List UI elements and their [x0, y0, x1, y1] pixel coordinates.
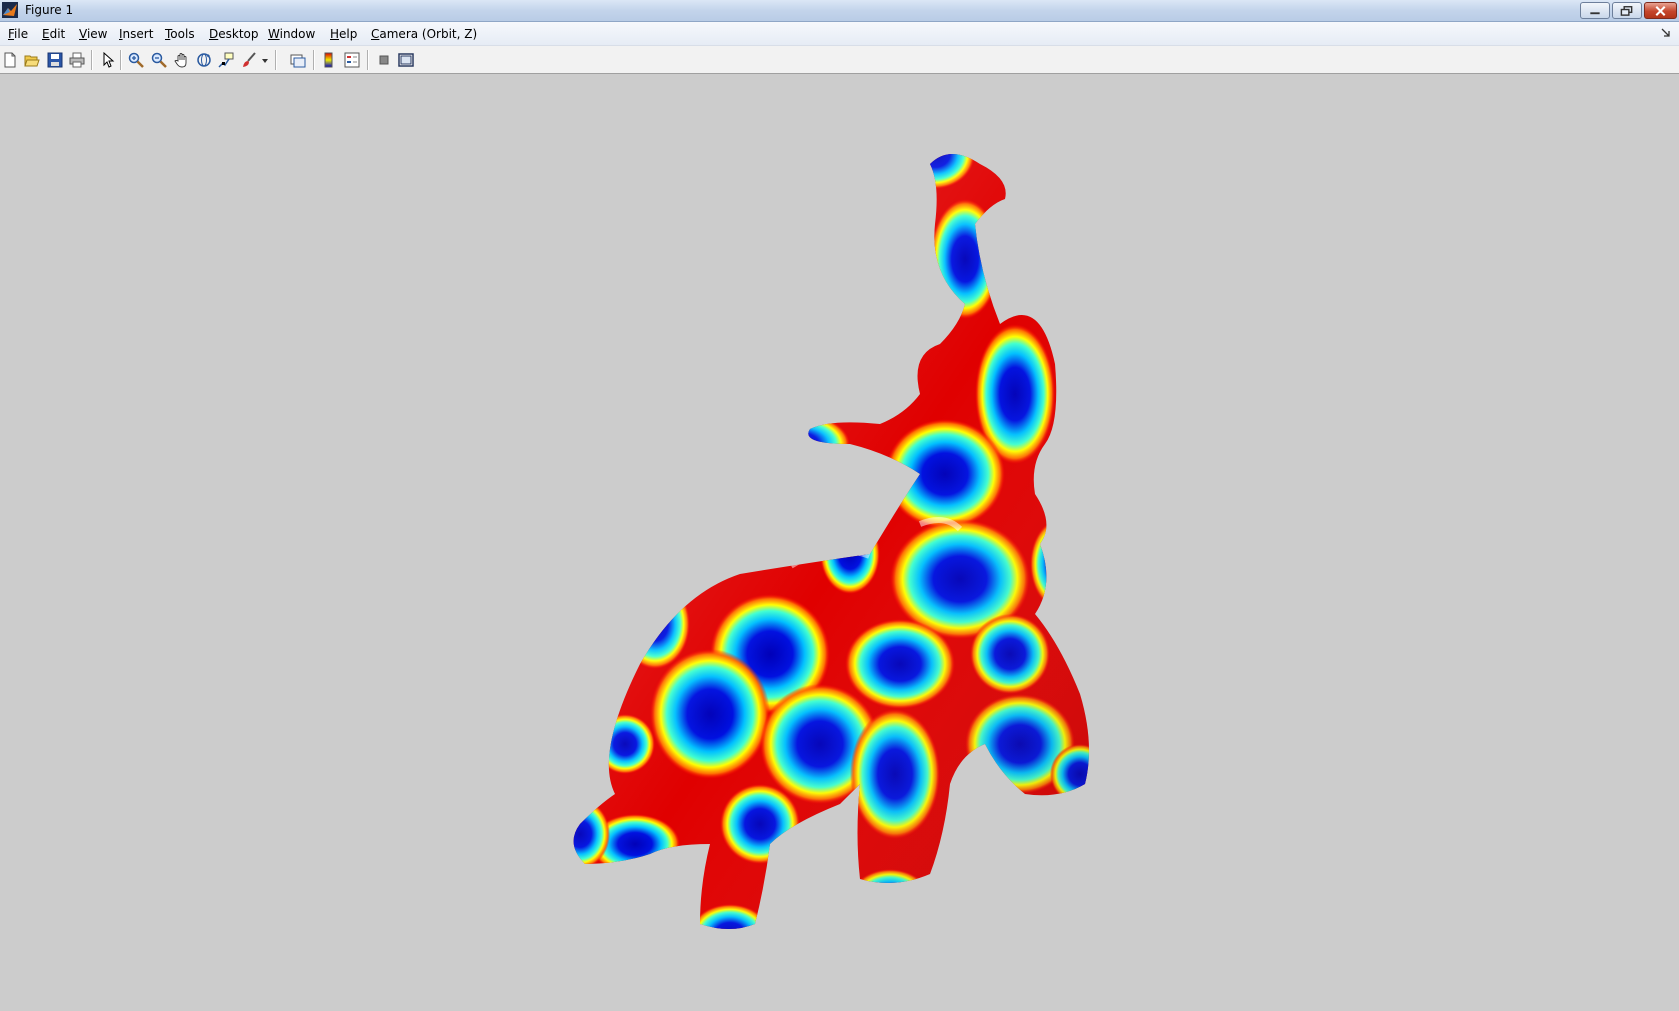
figure-canvas[interactable]	[0, 74, 1679, 1011]
brush-dropdown-icon[interactable]	[261, 57, 269, 65]
menu-desktop[interactable]: Desktop	[209, 27, 259, 41]
close-icon	[1655, 6, 1666, 16]
data-cursor-icon	[218, 52, 234, 68]
close-button[interactable]	[1644, 2, 1677, 19]
open-file-icon	[24, 55, 40, 67]
zoom-out-icon	[151, 52, 167, 68]
edit-plot-icon	[103, 52, 115, 68]
pan-button[interactable]	[172, 50, 192, 70]
insert-colorbar-button[interactable]	[319, 50, 339, 70]
link-plot-button[interactable]	[288, 50, 308, 70]
minimize-button[interactable]	[1580, 2, 1610, 19]
open-file-button[interactable]	[22, 50, 42, 70]
menu-window[interactable]: Window	[268, 27, 315, 41]
matlab-app-icon	[2, 2, 18, 18]
window-title-bar[interactable]: Figure 1	[0, 0, 1679, 22]
edit-plot-button[interactable]	[98, 50, 118, 70]
save-figure-icon	[47, 52, 63, 68]
show-plot-tools-button[interactable]	[396, 50, 416, 70]
rotate-3d-icon	[197, 53, 211, 67]
link-plot-icon	[290, 54, 306, 68]
toolbar-separator	[367, 50, 369, 70]
data-cursor-button[interactable]	[216, 50, 236, 70]
restore-icon	[1620, 6, 1633, 16]
menu-file[interactable]: File	[8, 27, 28, 41]
restore-button[interactable]	[1612, 2, 1642, 19]
insert-colorbar-icon	[324, 52, 333, 68]
menu-bar: File Edit View Insert Tools Desktop Wind…	[0, 22, 1679, 46]
minimize-icon	[1590, 12, 1600, 15]
menu-tools[interactable]: Tools	[165, 27, 195, 41]
menu-help[interactable]: Help	[330, 27, 357, 41]
zoom-in-button[interactable]	[126, 50, 146, 70]
toolbar-separator	[120, 50, 122, 70]
window-title: Figure 1	[25, 3, 74, 17]
menu-edit[interactable]: Edit	[42, 27, 65, 41]
hide-plot-tools-icon	[379, 55, 389, 65]
brush-icon	[243, 52, 256, 67]
menu-insert[interactable]: Insert	[119, 27, 153, 41]
zoom-in-icon	[128, 52, 144, 68]
menu-camera[interactable]: Camera (Orbit, Z)	[371, 27, 477, 41]
save-figure-button[interactable]	[45, 50, 65, 70]
toolbar-separator	[275, 50, 277, 70]
toolbar-separator	[91, 50, 93, 70]
print-figure-icon	[69, 52, 85, 68]
print-figure-button[interactable]	[67, 50, 87, 70]
insert-legend-button[interactable]	[342, 50, 362, 70]
dock-arrow-icon[interactable]	[1661, 28, 1671, 38]
new-figure-button[interactable]	[0, 50, 20, 70]
elephant-mesh-plot[interactable]	[560, 144, 1120, 974]
toolbar-separator	[313, 50, 315, 70]
hide-plot-tools-button[interactable]	[374, 50, 394, 70]
figure-toolbar	[0, 46, 1679, 74]
show-plot-tools-icon	[398, 53, 414, 67]
insert-legend-icon	[344, 52, 360, 68]
brush-button[interactable]	[239, 50, 259, 70]
zoom-out-button[interactable]	[149, 50, 169, 70]
menu-view[interactable]: View	[79, 27, 107, 41]
rotate-3d-button[interactable]	[194, 50, 214, 70]
new-figure-icon	[4, 52, 16, 68]
pan-icon	[174, 53, 187, 68]
